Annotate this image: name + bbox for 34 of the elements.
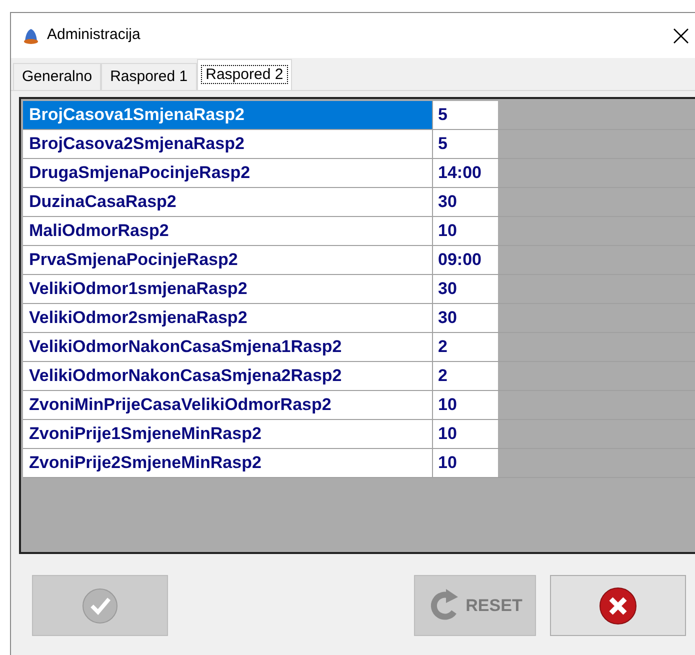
property-name-cell[interactable]: ZvoniPrije2SmjeneMinRasp2 (23, 449, 433, 477)
tab[interactable]: Raspored 1 (101, 63, 197, 90)
cancel-button[interactable] (550, 575, 686, 636)
property-value-cell[interactable]: 30 (433, 275, 498, 303)
property-value-cell[interactable]: 10 (433, 391, 498, 419)
property-value-cell[interactable]: 5 (433, 101, 498, 129)
property-name-cell[interactable]: MaliOdmorRasp2 (23, 217, 433, 245)
property-name-cell[interactable]: ZvoniMinPrijeCasaVelikiOdmorRasp2 (23, 391, 433, 419)
property-value-cell[interactable]: 10 (433, 217, 498, 245)
property-value-cell[interactable]: 30 (433, 188, 498, 216)
property-value-cell[interactable]: 2 (433, 362, 498, 390)
property-name-cell[interactable]: BrojCasova2SmjenaRasp2 (23, 130, 433, 158)
property-name-cell[interactable]: BrojCasova1SmjenaRasp2 (23, 101, 433, 129)
property-value-cell[interactable]: 10 (433, 449, 498, 477)
property-value-cell[interactable]: 10 (433, 420, 498, 448)
property-name-cell[interactable]: ZvoniPrije1SmjeneMinRasp2 (23, 420, 433, 448)
property-value-cell[interactable]: 09:00 (433, 246, 498, 274)
property-name-cell[interactable]: VelikiOdmor1smjenaRasp2 (23, 275, 433, 303)
property-name-cell[interactable]: VelikiOdmorNakonCasaSmjena2Rasp2 (23, 362, 433, 390)
property-value-cell[interactable]: 30 (433, 304, 498, 332)
property-value-cell[interactable]: 2 (433, 333, 498, 361)
property-value-cell[interactable]: 5 (433, 130, 498, 158)
close-icon (599, 586, 637, 624)
property-value-cell[interactable]: 14:00 (433, 159, 498, 187)
checkmark-icon (82, 588, 118, 624)
close-icon[interactable] (673, 28, 689, 44)
property-name-cell[interactable]: DrugaSmjenaPocinjeRasp2 (23, 159, 433, 187)
property-name-cell[interactable]: VelikiOdmor2smjenaRasp2 (23, 304, 433, 332)
tab[interactable]: Raspored 2 (196, 59, 292, 90)
property-name-cell[interactable]: VelikiOdmorNakonCasaSmjena1Rasp2 (23, 333, 433, 361)
property-name-cell[interactable]: DuzinaCasaRasp2 (23, 188, 433, 216)
tab[interactable]: Generalno (13, 63, 102, 90)
window-title: Administracija (47, 25, 140, 46)
property-name-cell[interactable]: PrvaSmjenaPocinjeRasp2 (23, 246, 433, 274)
